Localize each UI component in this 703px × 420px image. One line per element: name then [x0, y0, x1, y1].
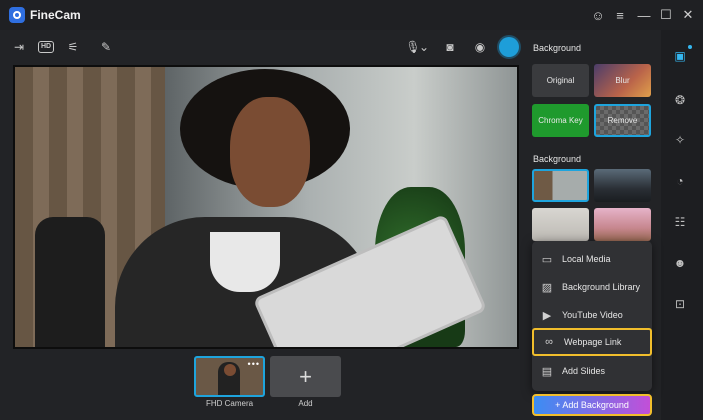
preview-person-face: [230, 97, 310, 207]
mirror-icon[interactable]: ⇥: [10, 38, 28, 56]
mode-remove[interactable]: Remove: [594, 104, 651, 137]
avatar-icon[interactable]: ☻: [671, 254, 689, 272]
add-source-button[interactable]: +: [270, 356, 341, 397]
plus-icon: +: [299, 363, 312, 389]
menu-item-label: YouTube Video: [562, 310, 623, 320]
filters-icon[interactable]: ❂: [671, 91, 689, 109]
settings-sliders-icon[interactable]: ☷: [671, 213, 689, 231]
preview-chair: [35, 217, 105, 347]
beauty-icon[interactable]: ◔: [671, 172, 689, 190]
link-icon: ∞: [545, 336, 553, 348]
annotate-icon[interactable]: ✎: [97, 38, 115, 56]
background-thumb-room[interactable]: [594, 169, 651, 202]
source-thumb-camera[interactable]: •••: [194, 356, 265, 397]
menu-item-background-library[interactable]: ▨ Background Library: [532, 273, 652, 301]
camera-snapshot-icon[interactable]: ◙: [441, 38, 459, 56]
source-label-camera: FHD Camera: [205, 399, 254, 408]
menu-item-local-media[interactable]: ▭ Local Media: [532, 245, 652, 273]
chevron-down-icon[interactable]: ⌄: [419, 38, 429, 56]
notification-dot: [688, 45, 692, 49]
menu-item-label: Local Media: [562, 254, 611, 264]
slides-icon: ▤: [541, 365, 553, 378]
mode-chroma-key[interactable]: Chroma Key: [532, 104, 589, 137]
menu-item-webpage-link[interactable]: ∞ Webpage Link: [532, 328, 652, 356]
background-thumb-paris[interactable]: [594, 208, 651, 241]
adjust-icon[interactable]: ⚟: [64, 38, 82, 56]
menu-item-add-slides[interactable]: ▤ Add Slides: [532, 357, 652, 385]
virtual-background-icon[interactable]: ▣: [671, 47, 689, 65]
magic-wand-icon[interactable]: ✧: [671, 131, 689, 149]
focus-icon[interactable]: ⊡: [671, 295, 689, 313]
folder-icon: ▭: [541, 253, 553, 266]
minimize-icon[interactable]: —: [635, 6, 653, 24]
mode-original[interactable]: Original: [532, 64, 589, 97]
menu-item-youtube-video[interactable]: ▶ YouTube Video: [532, 301, 652, 329]
preview-person-shirt: [210, 232, 280, 292]
thumb-face: [224, 364, 236, 376]
section-title-background-mode: Background: [533, 43, 582, 53]
menu-icon[interactable]: ≡: [611, 6, 629, 24]
mode-blur[interactable]: Blur: [594, 64, 651, 97]
close-icon[interactable]: ✕: [679, 6, 697, 24]
youtube-icon: ▶: [542, 309, 552, 322]
menu-item-label: Add Slides: [562, 366, 606, 376]
source-label-add: Add: [298, 399, 313, 408]
background-thumb-office[interactable]: [532, 169, 589, 202]
record-icon[interactable]: ◉: [471, 38, 489, 56]
hd-icon[interactable]: HD: [37, 38, 55, 56]
menu-item-label: Webpage Link: [564, 337, 622, 347]
maximize-icon[interactable]: ☐: [657, 6, 675, 24]
more-icon[interactable]: •••: [248, 359, 260, 369]
section-title-background-library: Background: [533, 154, 582, 164]
hd-label: HD: [37, 41, 55, 53]
live-icon[interactable]: [499, 37, 519, 57]
app-title: FineCam: [30, 8, 81, 22]
menu-item-label: Background Library: [562, 282, 641, 292]
camera-preview: [13, 65, 519, 349]
finecam-logo-icon: [9, 7, 25, 23]
background-thumb-wall[interactable]: [532, 208, 589, 241]
image-icon: ▨: [541, 281, 553, 294]
add-background-button[interactable]: + Add Background: [532, 394, 652, 416]
account-icon[interactable]: ☺: [589, 6, 607, 24]
